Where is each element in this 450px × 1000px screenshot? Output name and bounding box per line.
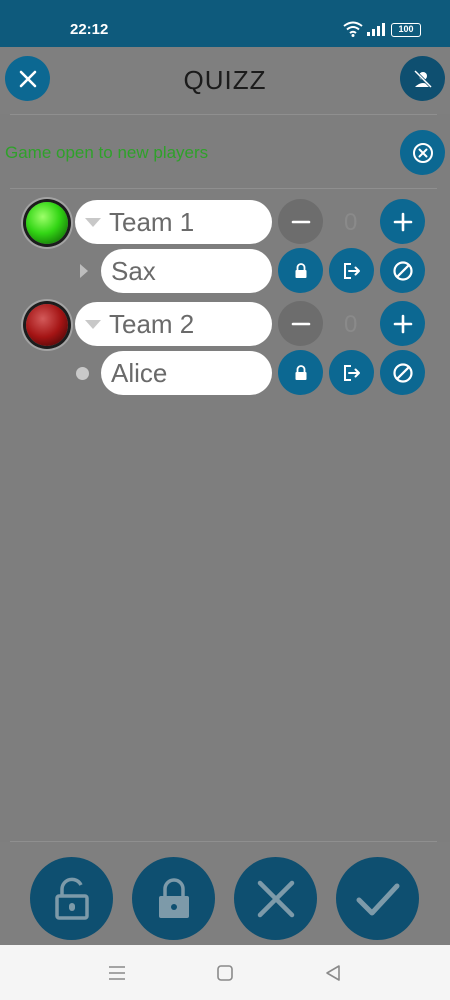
team-name-field[interactable]: Team 2 [75, 302, 272, 346]
battery-icon: 100 [391, 23, 421, 37]
player-name-field[interactable]: Sax [101, 249, 272, 293]
unlock-icon [54, 877, 89, 920]
minus-icon [291, 220, 310, 223]
lock-player-button[interactable] [278, 248, 323, 293]
status-divider [10, 188, 437, 189]
check-icon [356, 883, 399, 915]
team-name: Team 2 [109, 308, 195, 339]
player-name: Alice [111, 357, 168, 388]
close-icon [257, 880, 294, 917]
chevron-down-icon[interactable] [85, 217, 101, 227]
team-name: Team 1 [109, 206, 195, 237]
ban-player-button[interactable] [380, 248, 425, 293]
status-icons: 100 [343, 20, 423, 38]
signal-icon [367, 23, 385, 36]
team-name-field[interactable]: Team 1 [75, 200, 272, 244]
block-icon [392, 260, 413, 281]
ban-player-button[interactable] [380, 350, 425, 395]
lock-all-button[interactable] [132, 857, 215, 940]
lock-icon [295, 262, 306, 278]
kick-player-button[interactable] [329, 248, 374, 293]
team-led-green [26, 202, 68, 244]
minus-icon [291, 322, 310, 325]
decrease-score-button[interactable] [278, 199, 323, 244]
bottom-action-bar [0, 842, 450, 945]
plus-icon [393, 314, 412, 333]
player-name: Sax [111, 255, 156, 286]
exit-icon [343, 364, 360, 381]
mute-players-button[interactable] [400, 56, 445, 101]
system-nav-bar [0, 945, 450, 1000]
team-score: 0 [344, 311, 358, 338]
block-icon [392, 362, 413, 383]
page-title: QUIZZ [183, 65, 267, 95]
lock-icon [158, 877, 189, 918]
app-header: QUIZZ [0, 47, 450, 114]
player-name-field[interactable]: Alice [101, 351, 272, 395]
expand-arrow-icon[interactable] [80, 264, 88, 278]
home-icon[interactable] [216, 964, 234, 982]
wifi-icon [343, 21, 363, 37]
kick-player-button[interactable] [329, 350, 374, 395]
status-bar: 22:12 100 [0, 0, 450, 47]
back-icon[interactable] [324, 964, 342, 982]
unlock-all-button[interactable] [30, 857, 113, 940]
team-score: 0 [344, 209, 358, 236]
lock-player-button[interactable] [278, 350, 323, 395]
confirm-button[interactable] [336, 857, 419, 940]
decrease-score-button[interactable] [278, 301, 323, 346]
menu-icon[interactable] [108, 965, 126, 981]
cancel-button[interactable] [234, 857, 317, 940]
header-divider [10, 114, 437, 115]
game-status-text: Game open to new players [5, 143, 209, 162]
close-game-button[interactable] [400, 130, 445, 175]
exit-icon [343, 262, 360, 279]
status-time: 22:12 [70, 21, 109, 38]
team-led-red [26, 304, 68, 346]
plus-icon [393, 212, 412, 231]
close-circle-icon [412, 142, 433, 163]
chevron-down-icon[interactable] [85, 319, 101, 329]
increase-score-button[interactable] [380, 301, 425, 346]
lock-icon [295, 364, 306, 380]
person-off-icon [413, 69, 432, 88]
increase-score-button[interactable] [380, 199, 425, 244]
player-indicator-dot [76, 367, 89, 380]
